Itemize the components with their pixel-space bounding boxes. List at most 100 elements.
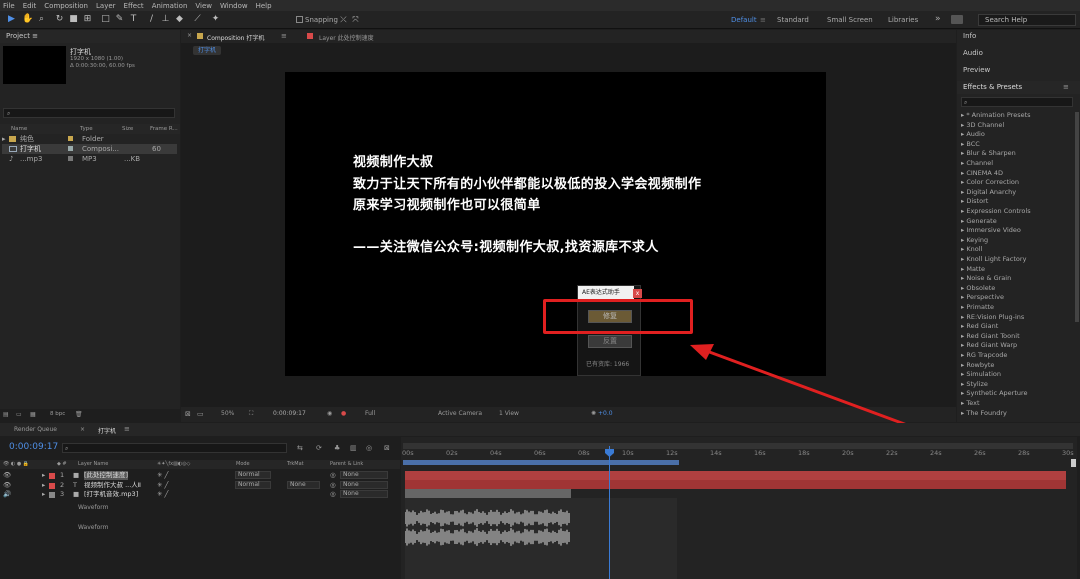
effect-category[interactable]: ▸ Synthetic Aperture xyxy=(961,389,1028,397)
twirl-arrow-icon[interactable]: ▸ xyxy=(42,471,45,480)
menu-animation[interactable]: Animation xyxy=(152,2,188,10)
exposure-value[interactable]: +0.0 xyxy=(598,410,613,417)
effect-category[interactable]: ▸ BCC xyxy=(961,140,980,148)
layer-switches-icon[interactable]: ✳ ╱ xyxy=(157,490,168,499)
info-panel-tab[interactable]: Info xyxy=(957,30,1080,43)
comp-tab-menu-icon[interactable]: ≡ xyxy=(281,32,287,40)
dialog-close-button[interactable]: x xyxy=(633,289,642,298)
effect-category[interactable]: ▸ Keying xyxy=(961,236,988,244)
layer-row[interactable]: 👁 ▸ 1 ■ [此处控制速度] ✳ ╱ Normal ◎ None xyxy=(0,471,400,480)
workspace-libraries[interactable]: Libraries xyxy=(888,16,918,24)
effect-category[interactable]: ▸ RE:Vision Plug-ins xyxy=(961,313,1024,321)
effect-category[interactable]: ▸ Noise & Grain xyxy=(961,274,1011,282)
effect-category[interactable]: ▸ Immersive Video xyxy=(961,226,1021,234)
resolution-dropdown[interactable]: Full xyxy=(365,410,375,417)
twirl-arrow-icon[interactable]: ▸ xyxy=(42,481,45,490)
effect-category[interactable]: ▸ Perspective xyxy=(961,293,1004,301)
bit-depth-label[interactable]: 8 bpc xyxy=(50,411,65,417)
camera-tool-icon[interactable]: ■ xyxy=(68,14,79,25)
comp-tab[interactable]: Composition 打字机 xyxy=(207,33,264,42)
trkmat-dropdown[interactable]: None xyxy=(287,480,320,489)
project-search-input[interactable]: ⌕ xyxy=(3,108,175,118)
expand-arrow-icon[interactable]: ▸ xyxy=(2,134,6,144)
pick-whip-icon[interactable]: ◎ xyxy=(330,471,336,480)
menu-edit[interactable]: Edit xyxy=(23,2,37,10)
rotate-tool-icon[interactable]: ↻ xyxy=(54,14,65,25)
effect-category[interactable]: ▸ Red Giant Warp xyxy=(961,341,1017,349)
type-tool-icon[interactable]: T xyxy=(128,14,139,25)
effect-category[interactable]: ▸ Stylize xyxy=(961,380,988,388)
effects-menu-icon[interactable]: ≡ xyxy=(1063,83,1069,91)
comp-timecode[interactable]: 0:00:09:17 xyxy=(273,410,306,417)
fit-icon[interactable]: ⛶ xyxy=(249,410,253,418)
roto-brush-tool-icon[interactable]: ⟋ xyxy=(192,14,203,25)
new-comp-icon[interactable]: ▦ xyxy=(30,411,36,418)
blend-mode-dropdown[interactable]: Normal xyxy=(235,471,271,479)
playhead-line[interactable] xyxy=(609,446,610,579)
workspace-default[interactable]: Default xyxy=(731,16,757,24)
current-timecode[interactable]: 0:00:09:17 xyxy=(9,442,58,452)
effect-category[interactable]: ▸ 3D Channel xyxy=(961,121,1004,129)
av-features-icon[interactable]: 👁 ◐ ● 🔒 xyxy=(3,460,29,469)
effect-category[interactable]: ▸ Primatte xyxy=(961,303,994,311)
motion-blur-icon[interactable]: ◎ xyxy=(366,444,372,452)
menu-file[interactable]: File xyxy=(3,2,15,10)
layer-1-bar[interactable] xyxy=(405,471,1066,480)
snapping-checkbox[interactable] xyxy=(296,16,303,23)
visibility-icon[interactable]: 👁 xyxy=(3,481,11,490)
layer-name[interactable]: [此处控制速度] xyxy=(84,471,129,480)
camera-dropdown[interactable]: Active Camera xyxy=(438,410,482,417)
effect-category[interactable]: ▸ Digital Anarchy xyxy=(961,188,1016,196)
snap-expand-icon[interactable]: ⤧ xyxy=(350,14,361,25)
parent-dropdown[interactable]: None xyxy=(340,480,388,489)
effect-category[interactable]: ▸ Expression Controls xyxy=(961,207,1031,215)
selection-tool-icon[interactable]: ▶ xyxy=(6,14,17,25)
label-color-icon[interactable] xyxy=(49,482,55,489)
pen-tool-icon[interactable]: ✎ xyxy=(114,14,125,25)
clone-stamp-tool-icon[interactable]: ⊥ xyxy=(160,14,171,25)
delete-icon[interactable]: 🗑 xyxy=(75,411,83,418)
effect-category[interactable]: ▸ Channel xyxy=(961,159,993,167)
graph-editor-icon[interactable]: ⊠ xyxy=(384,444,390,452)
work-area-bar[interactable] xyxy=(403,460,679,465)
effect-category[interactable]: ▸ Audio xyxy=(961,130,985,138)
layer-switches-icon[interactable]: ✳ ╱ xyxy=(157,471,168,480)
col-mode[interactable]: Mode xyxy=(236,460,250,469)
layer-name[interactable]: 视频制作大叔 ...人Ⅱ xyxy=(84,481,141,490)
effect-category[interactable]: ▸ Color Correction xyxy=(961,178,1019,186)
exposure-icon[interactable]: ✺ xyxy=(591,410,596,417)
timeline-comp-tab[interactable]: 打字机 xyxy=(98,426,116,435)
render-queue-tab[interactable]: Render Queue xyxy=(14,426,57,433)
effect-category[interactable]: ▸ Knoll Light Factory xyxy=(961,255,1026,263)
lock-icon[interactable] xyxy=(197,33,203,39)
hand-tool-icon[interactable]: ✋ xyxy=(22,14,33,25)
project-item-audio[interactable]: ♪ ...mp3 MP3 ...KB xyxy=(2,154,177,164)
project-tab[interactable]: Project ≡ xyxy=(0,30,180,43)
search-help-input[interactable]: Search Help xyxy=(978,14,1076,26)
effects-scrollbar[interactable] xyxy=(1075,112,1079,322)
effects-search-input[interactable]: ⌕ xyxy=(961,97,1073,107)
view-layout-dropdown[interactable]: 1 View xyxy=(499,410,519,417)
menu-layer[interactable]: Layer xyxy=(96,2,116,10)
twirl-arrow-icon[interactable]: ▸ xyxy=(42,490,45,499)
effect-category[interactable]: ▸ CINEMA 4D xyxy=(961,169,1003,177)
effect-category[interactable]: ▸ Text xyxy=(961,399,980,407)
timeline-menu-icon[interactable]: ≡ xyxy=(124,425,130,433)
snap-icon[interactable]: ⤫ xyxy=(338,14,349,25)
effect-category[interactable]: ▸ Knoll xyxy=(961,245,982,253)
pick-whip-icon[interactable]: ◎ xyxy=(330,481,336,490)
effect-category[interactable]: ▸ Red Giant xyxy=(961,322,998,330)
project-item-folder[interactable]: ▸ 纯色 Folder xyxy=(2,134,177,144)
rectangle-tool-icon[interactable]: □ xyxy=(100,14,111,25)
brush-tool-icon[interactable]: / xyxy=(146,14,157,25)
label-color-icon[interactable] xyxy=(49,473,55,479)
zoom-dropdown[interactable]: 50% xyxy=(221,410,234,417)
layer-row[interactable]: 🔊 ▸ 3 ■ [打字机音效.mp3] ✳ ╱ ◎ None xyxy=(0,490,400,499)
audio-panel-tab[interactable]: Audio xyxy=(957,47,1080,60)
menu-composition[interactable]: Composition xyxy=(44,2,88,10)
effect-category[interactable]: ▸ Matte xyxy=(961,265,985,273)
project-item-comp[interactable]: 打字机 Composi... 60 xyxy=(2,144,177,154)
label-color-icon[interactable] xyxy=(49,492,55,498)
layer-2-bar[interactable] xyxy=(405,480,1066,489)
parent-dropdown[interactable]: None xyxy=(340,471,388,479)
